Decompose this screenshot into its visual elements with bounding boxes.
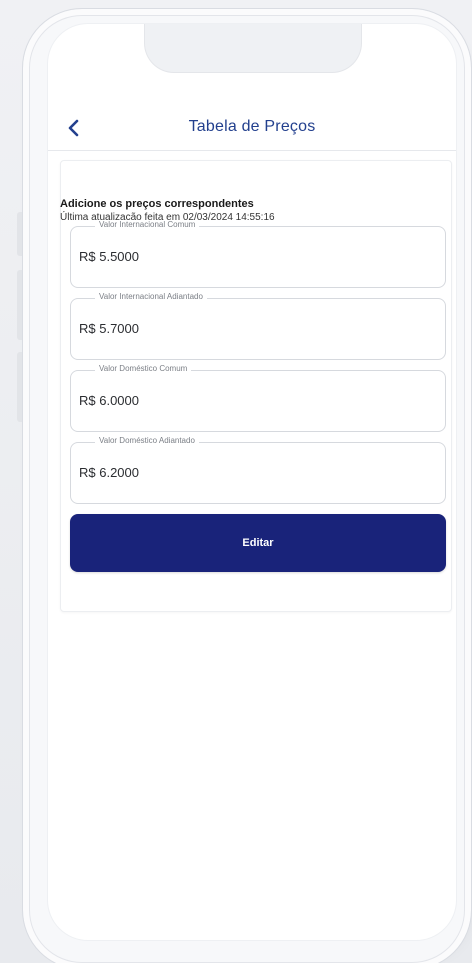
price-field-international-common[interactable]: Valor Internacional Comum R$ 5.5000	[70, 220, 446, 288]
app-header: Tabela de Preços	[48, 110, 456, 151]
phone-notch	[144, 24, 362, 73]
page-title: Tabela de Preços	[188, 118, 316, 135]
field-value: R$ 6.2000	[79, 465, 139, 480]
stage: Tabela de Preços Adicione os preços corr…	[0, 0, 472, 963]
price-field-domestic-common[interactable]: Valor Doméstico Comum R$ 6.0000	[70, 364, 446, 432]
app-screen: Tabela de Preços Adicione os preços corr…	[48, 24, 456, 940]
price-field-international-advance[interactable]: Valor Internacional Adiantado R$ 5.7000	[70, 292, 446, 360]
field-value: R$ 5.5000	[79, 249, 139, 264]
field-value: R$ 5.7000	[79, 321, 139, 336]
edit-button[interactable]: Editar	[70, 514, 446, 572]
field-label: Valor Doméstico Comum	[95, 364, 192, 373]
price-field-domestic-advance[interactable]: Valor Doméstico Adiantado R$ 6.2000	[70, 436, 446, 504]
section-title: Adicione os preços correspondentes	[60, 198, 254, 210]
field-label: Valor Doméstico Adiantado	[95, 436, 199, 445]
field-value: R$ 6.0000	[79, 393, 139, 408]
field-label: Valor Internacional Adiantado	[95, 292, 207, 301]
field-label: Valor Internacional Comum	[95, 220, 200, 229]
